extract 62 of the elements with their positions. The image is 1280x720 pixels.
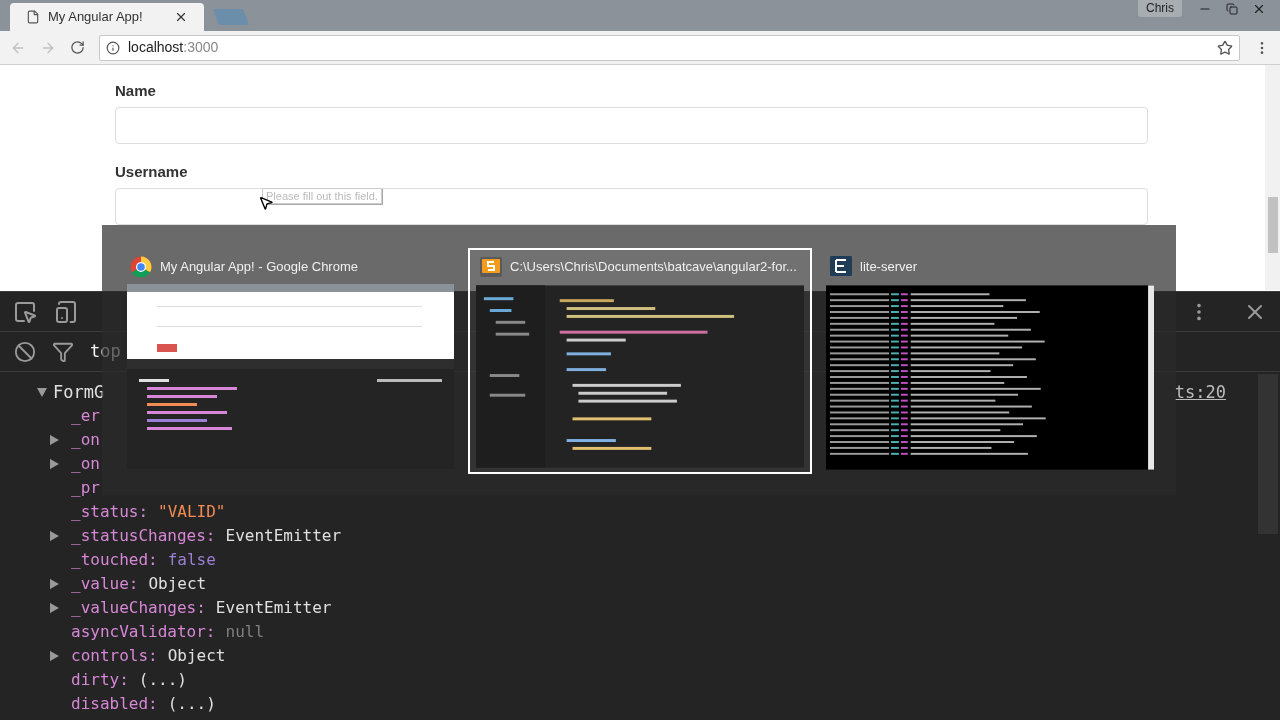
window-title: My Angular App! - Google Chrome (160, 258, 358, 277)
caret-icon[interactable] (48, 458, 60, 470)
close-window-icon[interactable] (1252, 2, 1266, 16)
address-bar[interactable]: localhost:3000 (99, 34, 1240, 61)
filter-icon[interactable] (52, 340, 74, 363)
property-value: (...) (167, 693, 216, 715)
field-label: Username (115, 163, 189, 180)
property-key: _valueChanges: (71, 596, 206, 620)
clear-console-icon[interactable] (14, 340, 36, 363)
text-input[interactable] (115, 188, 1148, 225)
device-toolbar-icon[interactable] (54, 299, 78, 324)
scrollbar[interactable] (1265, 65, 1280, 290)
source-link[interactable]: ts:20 (1174, 380, 1226, 404)
window-preview[interactable]: C:\Users\Chris\Documents\batcave\angular2-for... (468, 248, 812, 474)
property-key: disabled: (71, 692, 158, 716)
browser-logo-icon (130, 256, 152, 278)
validation-tooltip: Please fill out this field. (262, 188, 382, 204)
property-key: _on (71, 452, 100, 476)
bookmark-star-icon[interactable] (1217, 39, 1233, 56)
property-value: EventEmitter (225, 525, 342, 547)
caret-icon[interactable] (48, 578, 60, 590)
property-key: _value: (71, 572, 139, 596)
property-value: EventEmitter (215, 597, 332, 619)
property-key: dirty: (71, 668, 129, 692)
restore-icon[interactable] (1226, 3, 1238, 15)
editor-logo-icon (480, 257, 502, 277)
page-icon (26, 10, 40, 24)
caret-icon[interactable] (48, 530, 60, 542)
caret-icon[interactable] (48, 650, 60, 662)
url-text: localhost:3000 (128, 38, 220, 57)
field-label: Name (115, 82, 157, 99)
property-key: asyncValidator: (71, 620, 216, 644)
object-name: FormG (53, 381, 105, 404)
property-key: _touched: (71, 548, 158, 572)
text-input[interactable] (115, 107, 1148, 144)
window-title: lite-server (860, 258, 918, 277)
window-title: C:\Users\Chris\Documents\batcave\angular2-for... (510, 258, 797, 277)
property-value: Object (148, 573, 207, 595)
tab-title: My Angular App! (48, 8, 144, 27)
terminal-logo-icon (830, 256, 852, 278)
property-key: _status: (71, 500, 149, 524)
caret-icon[interactable] (48, 602, 60, 614)
window-preview[interactable]: My Angular App! - Google Chrome (118, 248, 462, 474)
property-key: _er (71, 404, 100, 428)
property-key: controls: (71, 644, 158, 668)
property-value: Object (167, 645, 226, 667)
property-key: _on (71, 428, 100, 452)
close-icon[interactable] (174, 10, 188, 24)
property-key: _pr (71, 476, 100, 500)
window-preview[interactable]: lite-server (818, 248, 1162, 474)
reload-icon[interactable] (70, 40, 85, 55)
property-value: null (225, 621, 265, 643)
property-key: _statusChanges: (71, 524, 216, 548)
property-value: false (167, 549, 216, 571)
profile-button[interactable]: Chris (1138, 0, 1182, 17)
property-value: "VALID" (158, 501, 226, 523)
inspect-icon[interactable] (13, 299, 37, 324)
caret-icon[interactable] (36, 386, 48, 398)
browser-tab[interactable]: My Angular App! (10, 3, 204, 31)
info-icon (106, 40, 120, 55)
property-value: (...) (138, 669, 187, 691)
caret-icon[interactable] (48, 434, 60, 446)
